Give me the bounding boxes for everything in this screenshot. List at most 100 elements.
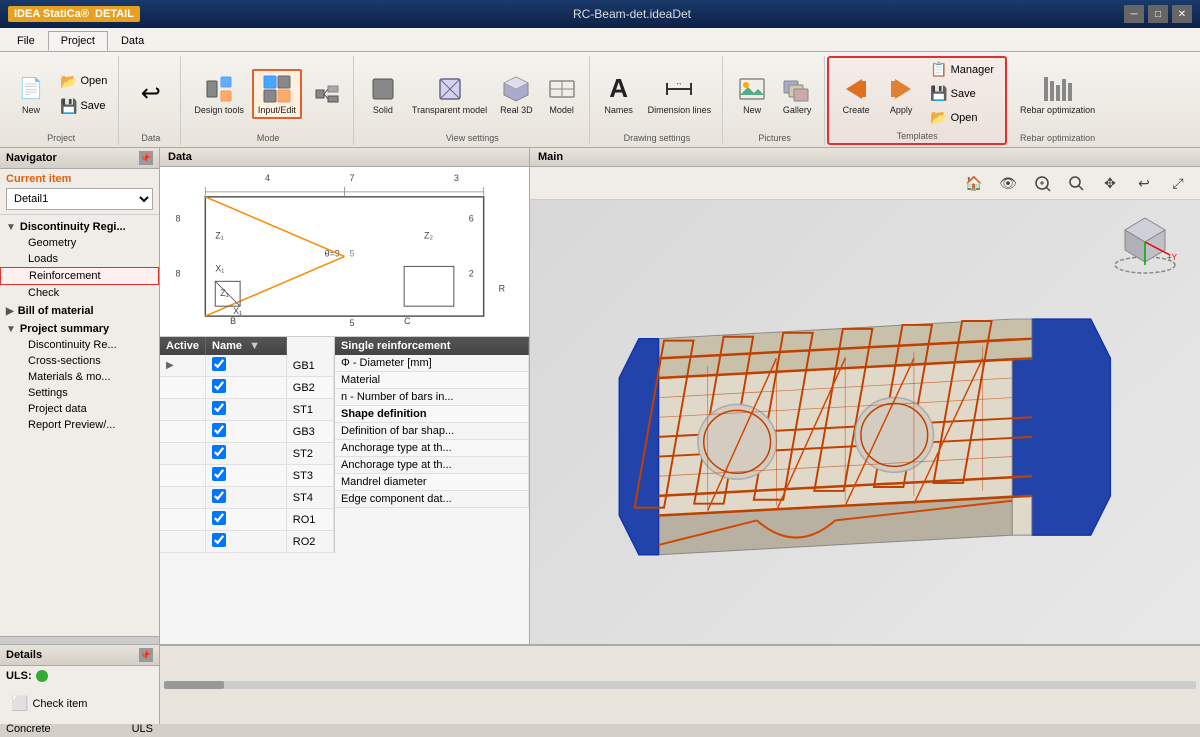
pictures-group-label: Pictures xyxy=(758,133,791,143)
row-arrow-st2 xyxy=(160,443,206,465)
solid-button[interactable]: Solid xyxy=(362,70,404,118)
table-row: RO1 xyxy=(160,509,334,531)
svg-text:B: B xyxy=(230,316,236,326)
toolbar-fullscreen-button[interactable]: ⤢ xyxy=(1164,171,1192,195)
row-name-st2[interactable]: ST2 xyxy=(286,443,333,465)
table-row: GB3 xyxy=(160,421,334,443)
apply-template-button[interactable]: Apply xyxy=(880,70,922,118)
design-tools-button[interactable]: Design tools xyxy=(189,70,249,118)
toolbar-view-button[interactable]: 👁 xyxy=(994,171,1022,195)
row-checkbox-gb3[interactable] xyxy=(206,421,287,443)
details-header-buttons: 📌 xyxy=(139,648,153,662)
row-name-gb3[interactable]: GB3 xyxy=(286,421,333,443)
tree-item-cross-sections[interactable]: Cross-sections xyxy=(0,353,159,369)
row-checkbox-gb2[interactable] xyxy=(206,377,287,399)
details-panel: Details 📌 ULS: ⬜ Check item Concrete ULS xyxy=(0,645,160,724)
row-checkbox-gb1[interactable] xyxy=(206,355,287,377)
open-button[interactable]: 📂 Open xyxy=(55,70,112,93)
transparent-icon xyxy=(434,73,466,105)
solid-icon xyxy=(367,73,399,105)
tab-file[interactable]: File xyxy=(4,31,48,51)
app-logo: IDEA StatiCa® DETAIL xyxy=(8,6,140,22)
tree-item-settings[interactable]: Settings xyxy=(0,385,159,401)
tree-item-loads[interactable]: Loads xyxy=(0,251,159,267)
open-label: Open xyxy=(80,75,107,87)
model-button[interactable]: Model xyxy=(541,70,583,118)
solid-label: Solid xyxy=(373,105,393,115)
tab-project[interactable]: Project xyxy=(48,31,108,51)
drawing-group-label: Drawing settings xyxy=(624,133,691,143)
row-checkbox-st1[interactable] xyxy=(206,399,287,421)
discontinuity-header[interactable]: ▼ Discontinuity Regi... xyxy=(0,219,159,235)
close-button[interactable]: ✕ xyxy=(1172,5,1192,23)
new-label: New xyxy=(22,105,40,115)
current-item-select[interactable]: Detail1 xyxy=(6,188,153,210)
toolbar-undo-view-button[interactable]: ↩ xyxy=(1130,171,1158,195)
manager-button[interactable]: 📋 Manager xyxy=(925,58,999,81)
toolbar-zoom-extents-button[interactable] xyxy=(1028,171,1056,195)
reinforcement-table: Active Name ▼ ▶ xyxy=(160,337,334,553)
maximize-button[interactable]: □ xyxy=(1148,5,1168,23)
tree-item-report[interactable]: Report Preview/... xyxy=(0,417,159,433)
navigator-pin-button[interactable]: 📌 xyxy=(139,151,153,165)
row-name-gb1[interactable]: GB1 xyxy=(286,355,333,377)
project-summary-header[interactable]: ▼ Project summary xyxy=(0,321,159,337)
row-name-ro1[interactable]: RO1 xyxy=(286,509,333,531)
row-name-st1[interactable]: ST1 xyxy=(286,399,333,421)
ribbon-content: 📄 New 📂 Open 💾 Save Project xyxy=(0,51,1200,147)
window-controls[interactable]: ─ □ ✕ xyxy=(1124,5,1192,23)
transparent-button[interactable]: Transparent model xyxy=(407,70,492,118)
current-item-section: Current item Detail1 xyxy=(0,169,159,215)
row-name-st4[interactable]: ST4 xyxy=(286,487,333,509)
row-checkbox-st4[interactable] xyxy=(206,487,287,509)
tree-item-reinforcement[interactable]: Reinforcement xyxy=(0,267,159,285)
minimize-button[interactable]: ─ xyxy=(1124,5,1144,23)
dimension-lines-button[interactable]: ↔ Dimension lines xyxy=(643,70,717,118)
prop-diameter: Φ - Diameter [mm] xyxy=(335,355,529,372)
tab-data[interactable]: Data xyxy=(108,31,157,51)
horizontal-scrollbar[interactable] xyxy=(164,681,1196,689)
transform-button[interactable] xyxy=(305,75,347,113)
check-item-button[interactable]: ⬜ Check item xyxy=(4,690,155,717)
tree-item-discontinuity-re[interactable]: Discontinuity Re... xyxy=(0,337,159,353)
new-picture-button[interactable]: New xyxy=(731,70,773,118)
nav-scrollbar[interactable] xyxy=(0,636,159,644)
tree-item-materials[interactable]: Materials & mo... xyxy=(0,369,159,385)
create-template-button[interactable]: Create xyxy=(835,70,877,118)
real3d-button[interactable]: Real 3D xyxy=(495,70,538,118)
row-name-ro2[interactable]: RO2 xyxy=(286,531,333,553)
save-button[interactable]: 💾 Save xyxy=(55,95,112,118)
svg-text:2: 2 xyxy=(469,268,474,278)
viewport-3d[interactable]: +Y xyxy=(530,200,1200,644)
svg-text:+Y: +Y xyxy=(1167,253,1178,262)
tree-item-project-data[interactable]: Project data xyxy=(0,401,159,417)
names-button[interactable]: A Names xyxy=(598,70,640,118)
scrollbar-thumb[interactable] xyxy=(164,681,224,689)
gallery-button[interactable]: Gallery xyxy=(776,70,818,118)
rebar-optimization-button[interactable]: Rebar optimization xyxy=(1015,70,1100,118)
undo-button[interactable]: ↩ xyxy=(130,75,172,113)
toolbar-home-button[interactable]: 🏠 xyxy=(960,171,988,195)
new-button[interactable]: 📄 New xyxy=(10,70,52,118)
dimension-lines-label: Dimension lines xyxy=(648,105,712,115)
row-checkbox-ro2[interactable] xyxy=(206,531,287,553)
details-pin-button[interactable]: 📌 xyxy=(139,648,153,662)
bom-header[interactable]: ▶ Bill of material xyxy=(0,303,159,319)
input-edit-button[interactable]: Input/Edit xyxy=(252,69,302,119)
row-arrow-gb1: ▶ xyxy=(160,355,206,377)
toolbar-zoom-button[interactable] xyxy=(1062,171,1090,195)
props-table: Single reinforcement Φ - Diameter [mm] M… xyxy=(335,337,529,508)
row-checkbox-ro1[interactable] xyxy=(206,509,287,531)
discontinuity-label: Discontinuity Regi... xyxy=(20,221,126,233)
open-template-button[interactable]: 📂 Open xyxy=(925,106,999,129)
row-name-st3[interactable]: ST3 xyxy=(286,465,333,487)
save-template-button[interactable]: 💾 Save xyxy=(925,82,999,105)
row-checkbox-st3[interactable] xyxy=(206,465,287,487)
navigator-title: Navigator xyxy=(6,152,57,164)
tree-item-check[interactable]: Check xyxy=(0,285,159,301)
toolbar-pan-button[interactable]: ✥ xyxy=(1096,171,1124,195)
ribbon-group-view: Solid Transparent model xyxy=(356,56,590,145)
row-name-gb2[interactable]: GB2 xyxy=(286,377,333,399)
row-checkbox-st2[interactable] xyxy=(206,443,287,465)
tree-item-geometry[interactable]: Geometry xyxy=(0,235,159,251)
